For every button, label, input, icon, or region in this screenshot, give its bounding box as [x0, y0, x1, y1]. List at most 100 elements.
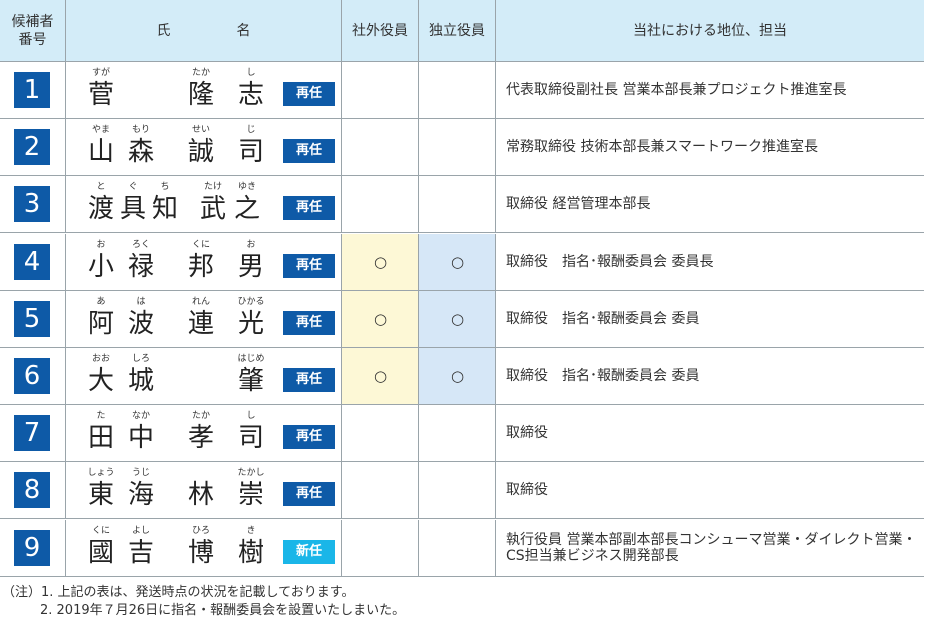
- cell-outside-director: [342, 176, 419, 233]
- independent-director-mark: ○: [450, 367, 465, 385]
- name-char: 小: [87, 251, 114, 282]
- name-ruby: せい: [191, 125, 210, 136]
- position-text: 常務取締役 技術本部長兼スマートワーク推進室長: [506, 139, 819, 156]
- name-char: 海: [127, 480, 154, 511]
- position-text: 取締役 指名･報酬委員会 委員長: [506, 253, 714, 270]
- candidate-number-badge: 2: [14, 129, 50, 166]
- cell-outside-director: [342, 62, 419, 118]
- header-candidate-no: 候補者 番号: [0, 0, 66, 62]
- cell-outside-director: ○: [342, 233, 419, 290]
- cell-position: 常務取締役 技術本部長兼スマートワーク推進室長: [496, 119, 924, 175]
- name-ruby: た: [96, 411, 106, 422]
- name-char: 波: [127, 308, 154, 339]
- position-text: 取締役: [506, 482, 548, 499]
- name-ruby: すが: [91, 68, 110, 78]
- independent-director-mark: ○: [450, 252, 465, 271]
- name-char: 男: [237, 251, 264, 282]
- name-ruby: は: [136, 296, 146, 307]
- candidate-number-badge: 7: [14, 415, 50, 452]
- outside-director-mark: [342, 119, 419, 175]
- name-ruby: ひかる: [237, 296, 265, 307]
- name-char: 城: [127, 366, 154, 396]
- name-ruby: はじめ: [237, 354, 265, 364]
- name-char: 孝: [187, 423, 214, 454]
- name-char: 田: [87, 423, 114, 454]
- cell-position: 取締役 指名･報酬委員会 委員: [496, 291, 924, 347]
- cell-independent-director: ○: [419, 290, 496, 347]
- table-row: 4 小お禄ろく邦くに男お再任 ○ ○ 取締役 指名･報酬委員会 委員長: [0, 233, 924, 291]
- cell-independent-director: [419, 62, 496, 118]
- header-name-1: 氏: [156, 23, 171, 39]
- name-char: 隆: [187, 80, 214, 110]
- name-ruby: しろ: [131, 354, 150, 364]
- name-char: 連: [187, 308, 214, 339]
- name-ruby: ゆき: [237, 182, 256, 193]
- name-char: 菅: [87, 80, 114, 110]
- cell-outside-director: ○: [342, 290, 419, 347]
- outside-director-mark: [342, 62, 419, 118]
- position-text: 取締役 経営管理本部長: [506, 196, 651, 213]
- cell-position: 取締役 指名･報酬委員会 委員長: [496, 234, 924, 290]
- name-char: 林: [187, 480, 214, 511]
- table-row: 2 山やま森もり誠せい司じ再任 常務取締役 技術本部長兼スマートワーク推進室長: [0, 119, 924, 177]
- name-char: 司: [237, 423, 264, 454]
- independent-director-mark: [419, 176, 496, 232]
- name-ruby: と: [96, 182, 106, 193]
- cell-number: 2: [0, 119, 66, 176]
- table-row: 9 國くに吉よし博ひろ樹き新任 執行役員 営業本部副本部長コンシューマ営業・ダイレク…: [0, 519, 924, 577]
- name-ruby: ひろ: [191, 525, 210, 536]
- cell-independent-director: ○: [419, 348, 496, 404]
- independent-director-mark: [419, 462, 496, 518]
- cell-name: 渡と具ぐ知ち武たけ之ゆき 再任: [66, 176, 342, 233]
- name-ruby: しょう: [87, 468, 115, 479]
- name-ruby: たかし: [237, 468, 265, 479]
- name-char: 渡: [87, 194, 114, 225]
- cell-position: 取締役 経営管理本部長: [496, 176, 924, 232]
- name-char: 禄: [127, 251, 154, 282]
- reappointment-badge: 再任: [283, 253, 335, 278]
- name-ruby: お: [96, 239, 106, 250]
- cell-position: 代表取締役副社長 営業本部長兼プロジェクト推進室長: [496, 62, 924, 118]
- candidate-number-badge: 1: [14, 72, 50, 108]
- table-row: 5 阿あ波は連れん光ひかる 再任 ○ ○ 取締役 指名･報酬委員会 委員: [0, 290, 924, 348]
- outside-director-mark: [342, 462, 419, 518]
- cell-outside-director: [342, 519, 419, 576]
- name-char: 武: [199, 194, 226, 225]
- cell-number: 1: [0, 62, 66, 118]
- name-ruby: ち: [160, 182, 170, 193]
- reappointment-badge: 再任: [283, 368, 335, 392]
- cell-independent-director: [419, 519, 496, 576]
- notes: （注）1. 上記の表は、発送時点の状況を記載しております。 2. 2019年７月…: [2, 584, 405, 620]
- independent-director-mark: [419, 520, 496, 576]
- name-ruby: なか: [131, 411, 150, 422]
- reappointment-badge: 再任: [283, 139, 335, 164]
- table-row: 8 東しょう海うじ林崇たかし 再任 取締役: [0, 462, 924, 520]
- new-appointment-badge: 新任: [283, 539, 335, 564]
- position-text: 取締役 指名･報酬委員会 委員: [506, 310, 700, 327]
- cell-name: 菅 すが隆 たか志し再任: [66, 62, 342, 118]
- cell-name: 田た中なか孝たか司し再任: [66, 405, 342, 462]
- note-2: 2. 2019年７月26日に指名・報酬委員会を設置いたしまいた。: [40, 603, 406, 618]
- cell-number: 9: [0, 519, 66, 576]
- name-ruby: やま: [91, 125, 110, 136]
- table-row: 6 大 おお城 しろ肇 はじめ 再任 ○ ○ 取締役 指名･報酬委員会 委員: [0, 348, 924, 405]
- name-ruby: たか: [191, 411, 210, 422]
- name-ruby: お: [246, 239, 256, 250]
- name-char: 志: [237, 80, 264, 110]
- cell-name: 東しょう海うじ林崇たかし 再任: [66, 462, 342, 519]
- name-char: 之: [233, 194, 260, 225]
- name-ruby: くに: [191, 239, 210, 250]
- name-char: 崇: [237, 480, 264, 511]
- name-char: 吉: [127, 537, 154, 568]
- header-independent: 独立役員: [419, 0, 496, 62]
- cell-independent-director: ○: [419, 233, 496, 290]
- reappointment-badge: 再任: [283, 196, 335, 221]
- name-ruby: き: [246, 525, 256, 536]
- cell-outside-director: [342, 462, 419, 519]
- candidate-number-badge: 8: [14, 472, 50, 509]
- table-row: 3 渡と具ぐ知ち武たけ之ゆき 再任 取締役 経営管理本部長: [0, 176, 924, 234]
- outside-director-mark: [342, 520, 419, 576]
- independent-director-mark: ○: [450, 309, 465, 328]
- cell-name: 阿あ波は連れん光ひかる 再任: [66, 290, 342, 347]
- reappointment-badge: 再任: [283, 82, 335, 106]
